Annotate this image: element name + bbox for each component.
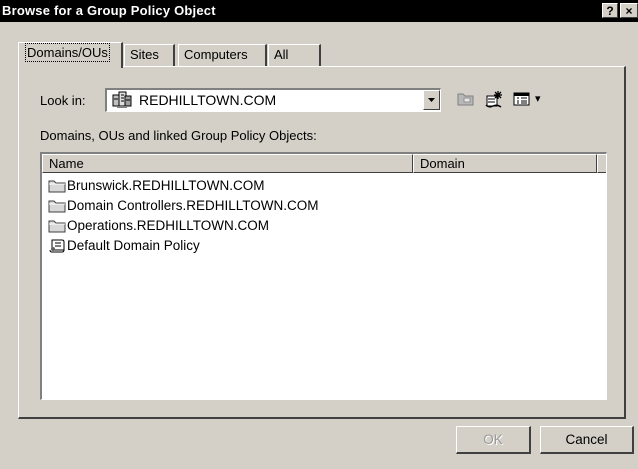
folder-icon <box>48 198 66 220</box>
list-item-name: Brunswick.REDHILLTOWN.COM <box>67 178 265 193</box>
list-item-name: Operations.REDHILLTOWN.COM <box>67 218 270 233</box>
view-dropdown-icon[interactable]: ▾ <box>535 92 541 105</box>
folder-up-icon[interactable] <box>456 90 476 111</box>
tab-domains-ous-label: Domains/OUs <box>25 43 110 62</box>
column-header-name[interactable]: Name <box>42 154 413 173</box>
tab-domains-ous[interactable]: Domains/OUs <box>18 42 123 68</box>
folder-icon <box>48 178 66 200</box>
column-header-domain[interactable]: Domain <box>413 154 597 173</box>
cancel-button[interactable]: Cancel <box>540 426 634 454</box>
help-button[interactable]: ? <box>602 3 618 18</box>
look-in-combo[interactable]: REDHILLTOWN.COM <box>105 88 441 112</box>
list-item-name: Default Domain Policy <box>67 238 200 253</box>
domain-icon <box>112 91 132 112</box>
view-menu-icon[interactable] <box>512 90 532 111</box>
tab-sites[interactable]: Sites <box>124 44 175 66</box>
list-caption: Domains, OUs and linked Group Policy Obj… <box>40 128 317 143</box>
look-in-label: Look in: <box>40 93 86 108</box>
browse-gpo-dialog: Browse for a Group Policy Object ? × Dom… <box>0 0 638 469</box>
tab-all[interactable]: All <box>268 44 321 66</box>
tab-computers[interactable]: Computers <box>178 44 267 66</box>
chevron-down-icon <box>428 98 435 102</box>
tab-computers-label: Computers <box>184 47 248 62</box>
folder-icon <box>48 218 66 240</box>
look-in-value: REDHILLTOWN.COM <box>139 92 277 108</box>
gpo-list[interactable]: Name Domain Brunswick.REDHILLTOWN.COM Do… <box>40 152 607 400</box>
list-item-name: Domain Controllers.REDHILLTOWN.COM <box>67 198 319 213</box>
title-bar[interactable]: Browse for a Group Policy Object ? × <box>0 0 638 22</box>
look-in-dropdown-button[interactable] <box>423 90 440 110</box>
gpo-scroll-icon <box>48 238 66 260</box>
ok-button[interactable]: OK <box>456 426 531 454</box>
close-button[interactable]: × <box>620 3 638 18</box>
tab-sites-label: Sites <box>130 47 159 62</box>
column-header-filler <box>597 154 606 173</box>
window-title: Browse for a Group Policy Object <box>2 3 216 18</box>
tab-all-label: All <box>274 47 289 62</box>
new-gpo-icon[interactable] <box>483 90 505 113</box>
